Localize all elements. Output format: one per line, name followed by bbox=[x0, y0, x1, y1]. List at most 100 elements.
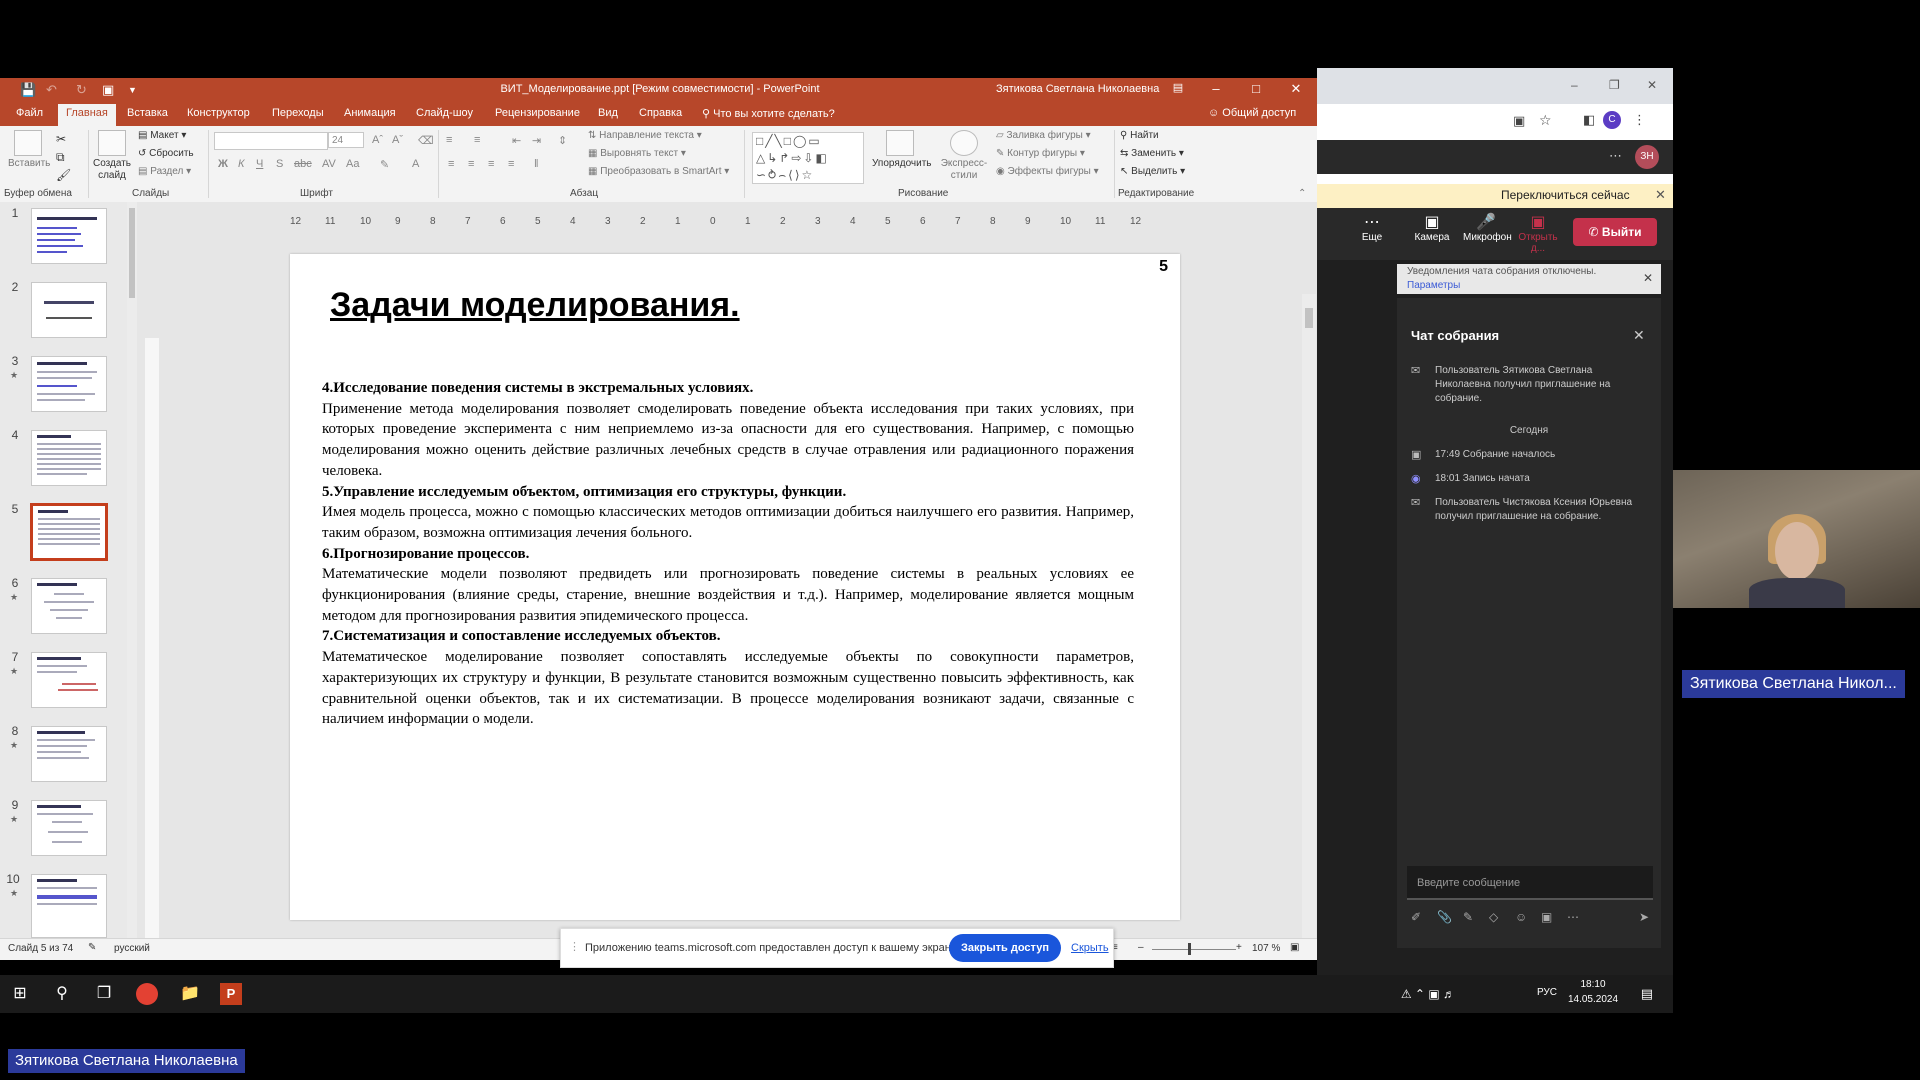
tab-slideshow[interactable]: Слайд-шоу bbox=[416, 107, 473, 119]
format-icon[interactable]: ✐ bbox=[1411, 910, 1421, 924]
language-indicator[interactable]: русский bbox=[114, 943, 150, 954]
slide-thumbnail[interactable] bbox=[31, 356, 107, 412]
avatar[interactable]: ЗН bbox=[1635, 145, 1659, 169]
line-spacing-icon[interactable]: ⇕ bbox=[558, 134, 567, 147]
tray-icons[interactable]: ⚠ ⌃ ▣ ♬ bbox=[1401, 987, 1455, 1001]
minimize-icon[interactable]: – bbox=[1202, 81, 1230, 96]
underline-icon[interactable]: Ч bbox=[256, 158, 263, 170]
change-case-icon[interactable]: Aa bbox=[346, 158, 359, 170]
chat-message-input[interactable]: Введите сообщение bbox=[1407, 866, 1653, 900]
tab-help[interactable]: Справка bbox=[639, 107, 682, 119]
slide-canvas[interactable]: 5 Задачи моделирования. 4.Исследование п… bbox=[290, 254, 1180, 920]
redo-icon[interactable]: ↻ bbox=[76, 82, 87, 98]
shape-outline-button[interactable]: ✎ Контур фигуры ▾ bbox=[996, 148, 1085, 159]
profile-avatar[interactable]: C bbox=[1603, 111, 1621, 129]
align-right-icon[interactable]: ≡ bbox=[488, 158, 494, 170]
slide-thumbnail[interactable] bbox=[31, 282, 107, 338]
tab-transitions[interactable]: Переходы bbox=[272, 107, 324, 119]
more-options-icon[interactable]: ⋯ bbox=[1609, 148, 1622, 164]
slide-title[interactable]: Задачи моделирования. bbox=[330, 286, 740, 325]
section-button[interactable]: ▤ Раздел ▾ bbox=[138, 166, 191, 177]
columns-icon[interactable]: ‖ bbox=[534, 158, 539, 170]
drag-handle-icon[interactable]: ⋮ bbox=[569, 940, 580, 953]
numbering-icon[interactable]: ≡ bbox=[474, 134, 480, 146]
slide-thumbnail[interactable] bbox=[31, 652, 107, 708]
zoom-level[interactable]: 107 % bbox=[1252, 943, 1280, 954]
font-size-input[interactable]: 24 bbox=[328, 132, 364, 148]
zoom-out-icon[interactable]: – bbox=[1138, 942, 1144, 953]
input-language[interactable]: РУС bbox=[1537, 987, 1557, 998]
bold-icon[interactable]: Ж bbox=[218, 158, 228, 170]
spellcheck-icon[interactable]: ✎ bbox=[88, 942, 96, 953]
decrease-indent-icon[interactable]: ⇤ bbox=[512, 134, 521, 147]
stop-share-button[interactable]: ▣ Открыть д... bbox=[1515, 214, 1561, 254]
notifications-icon[interactable]: ▤ bbox=[1641, 986, 1653, 1002]
collapse-ribbon-icon[interactable]: ⌃ bbox=[1298, 188, 1306, 199]
zoom-in-icon[interactable]: + bbox=[1236, 942, 1242, 953]
shrink-font-icon[interactable]: Aˇ bbox=[392, 134, 403, 146]
highlight-icon[interactable]: ✎ bbox=[380, 158, 389, 171]
send-icon[interactable]: ➤ bbox=[1639, 910, 1649, 924]
align-left-icon[interactable]: ≡ bbox=[448, 158, 454, 170]
shape-effects-button[interactable]: ◉ Эффекты фигуры ▾ bbox=[996, 166, 1099, 177]
slide-thumbnail[interactable] bbox=[31, 726, 107, 782]
notification-settings-link[interactable]: Параметры bbox=[1407, 280, 1460, 291]
close-icon[interactable]: ✕ bbox=[1655, 187, 1666, 203]
save-icon[interactable]: 💾 bbox=[20, 82, 36, 98]
scroll-thumb[interactable] bbox=[129, 208, 135, 298]
quick-styles-button[interactable]: Экспресс-стили bbox=[936, 130, 992, 182]
close-icon[interactable]: ✕ bbox=[1643, 271, 1653, 285]
mic-button[interactable]: 🎤 Микрофон bbox=[1463, 214, 1512, 243]
shape-fill-button[interactable]: ▱ Заливка фигуры ▾ bbox=[996, 130, 1091, 141]
cut-icon[interactable]: ✂ bbox=[56, 132, 66, 146]
participant-video[interactable] bbox=[1673, 470, 1920, 608]
shadow-icon[interactable]: S bbox=[276, 158, 283, 170]
scroll-thumb[interactable] bbox=[1305, 308, 1313, 328]
grow-font-icon[interactable]: Aˆ bbox=[372, 134, 383, 146]
side-panel-icon[interactable]: ◧ bbox=[1583, 112, 1595, 128]
justify-icon[interactable]: ≡ bbox=[508, 158, 514, 170]
task-view-icon[interactable]: ❐ bbox=[92, 982, 116, 1006]
replace-button[interactable]: ⇆ Заменить ▾ bbox=[1120, 148, 1184, 159]
tab-file[interactable]: Файл bbox=[16, 107, 43, 119]
camera-permission-icon[interactable]: ▣ bbox=[1513, 113, 1525, 129]
more-icon[interactable]: ⋯ bbox=[1567, 910, 1579, 924]
font-name-input[interactable] bbox=[214, 132, 328, 150]
increase-indent-icon[interactable]: ⇥ bbox=[532, 134, 541, 147]
arrange-button[interactable]: Упорядочить bbox=[872, 130, 932, 170]
close-icon[interactable]: ✕ bbox=[1282, 81, 1310, 97]
undo-icon[interactable]: ↶ bbox=[46, 82, 57, 98]
close-icon[interactable]: ✕ bbox=[1647, 78, 1657, 92]
paste-button[interactable]: Вставить bbox=[8, 130, 50, 170]
tab-insert[interactable]: Вставка bbox=[127, 107, 168, 119]
zoom-slider[interactable] bbox=[1152, 949, 1236, 950]
zoom-slider-thumb[interactable] bbox=[1188, 943, 1191, 955]
editor-scrollbar[interactable] bbox=[1302, 294, 1316, 954]
align-text-button[interactable]: ▦ Выровнять текст ▾ bbox=[588, 148, 686, 159]
new-slide-button[interactable]: Создать слайд bbox=[92, 130, 132, 182]
share-button[interactable]: ☺ Общий доступ bbox=[1208, 107, 1296, 119]
present-icon[interactable]: ▣ bbox=[102, 82, 114, 98]
ribbon-display-icon[interactable]: ▤ bbox=[1164, 81, 1192, 94]
bookmark-star-icon[interactable]: ☆ bbox=[1539, 112, 1552, 129]
clear-format-icon[interactable]: ⌫ bbox=[418, 134, 434, 147]
chrome-icon[interactable] bbox=[136, 983, 158, 1005]
slide-thumbnail-selected[interactable] bbox=[30, 503, 108, 561]
tab-home[interactable]: Главная bbox=[58, 104, 116, 126]
italic-icon[interactable]: К bbox=[238, 158, 244, 170]
close-chat-icon[interactable]: ✕ bbox=[1633, 327, 1645, 344]
switch-now-button[interactable]: Переключиться сейчас bbox=[1501, 188, 1630, 202]
format-painter-icon[interactable]: 🖌 bbox=[56, 168, 71, 182]
strikethrough-icon[interactable]: abc bbox=[294, 158, 312, 170]
tab-animations[interactable]: Анимация bbox=[344, 107, 396, 119]
attach-icon[interactable]: 📎 bbox=[1437, 910, 1452, 924]
tab-review[interactable]: Рецензирование bbox=[495, 107, 580, 119]
sticker-icon[interactable]: ◇ bbox=[1489, 910, 1498, 924]
find-button[interactable]: ⚲ Найти bbox=[1120, 130, 1159, 141]
spacing-icon[interactable]: AV bbox=[322, 158, 336, 170]
powerpoint-taskbar-icon[interactable]: P bbox=[220, 983, 242, 1005]
smartart-button[interactable]: ▦ Преобразовать в SmartArt ▾ bbox=[588, 166, 729, 177]
slide-counter[interactable]: Слайд 5 из 74 bbox=[8, 943, 73, 954]
minimize-icon[interactable]: – bbox=[1571, 78, 1578, 92]
slide-body-text[interactable]: 4.Исследование поведения системы в экстр… bbox=[322, 378, 1134, 730]
